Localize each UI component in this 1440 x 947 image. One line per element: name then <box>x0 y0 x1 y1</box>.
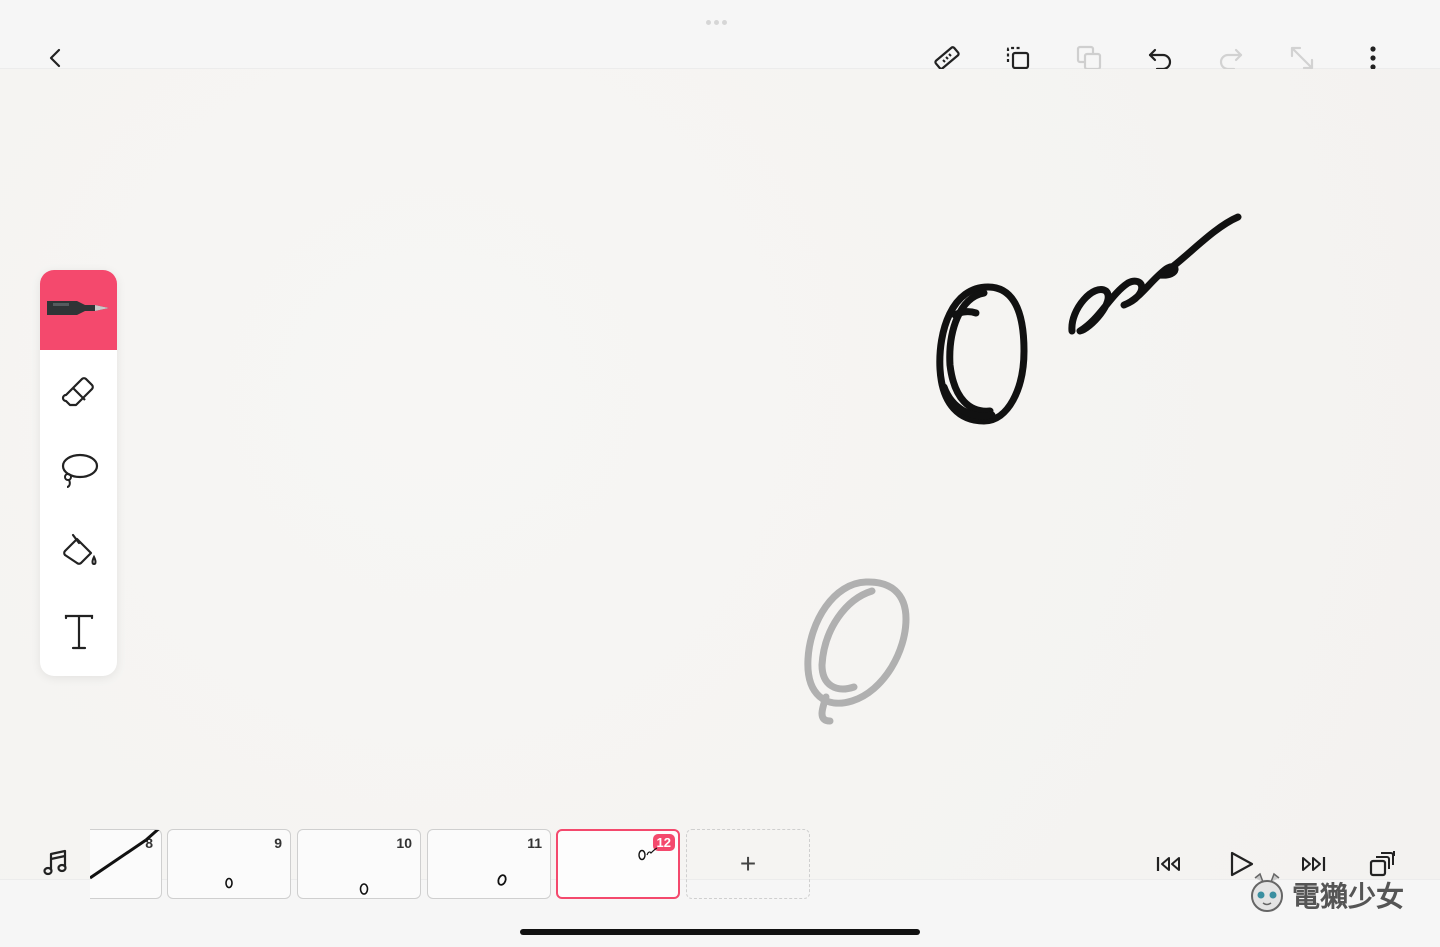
window-grabber[interactable] <box>706 12 736 25</box>
mascot-logo <box>1248 872 1286 919</box>
lasso-icon <box>59 451 99 494</box>
current-frame-drawing <box>936 213 1242 425</box>
frame-thumbnail[interactable]: 11 <box>427 829 551 899</box>
frame-preview <box>90 830 160 880</box>
canvas-strokes <box>804 213 1242 725</box>
top-toolbar <box>0 0 1440 70</box>
lasso-tool[interactable] <box>40 432 117 512</box>
add-label: + <box>739 848 757 879</box>
music-note-icon <box>41 848 71 883</box>
frame-preview <box>638 847 658 861</box>
home-indicator <box>520 929 920 935</box>
watermark: 電獺少女 <box>1248 872 1404 918</box>
frame-preview <box>359 883 369 895</box>
frame-preview <box>225 877 233 889</box>
frame-thumbnail-current[interactable]: 12 <box>556 829 680 899</box>
eraser-tool[interactable] <box>40 352 117 432</box>
skip-to-start-button[interactable] <box>1150 846 1190 886</box>
frame-thumbnail[interactable]: 10 <box>297 829 421 899</box>
tool-palette <box>40 270 117 676</box>
audio-button[interactable] <box>36 845 76 885</box>
text-tool[interactable] <box>40 594 117 674</box>
frame-preview <box>497 874 507 886</box>
frame-thumbnail[interactable]: 9 <box>167 829 291 899</box>
pen-tool[interactable] <box>40 270 117 350</box>
pen-icon <box>46 293 111 328</box>
fill-tool[interactable] <box>40 512 117 592</box>
add-frame-button[interactable]: + <box>686 829 810 899</box>
eraser-icon <box>60 371 98 414</box>
fill-bucket-icon <box>59 531 99 574</box>
onion-skin-drawing <box>804 578 910 725</box>
watermark-text: 電獺少女 <box>1292 880 1405 913</box>
drawing-canvas[interactable] <box>0 69 1440 879</box>
text-icon <box>62 612 96 657</box>
frame-thumbnail[interactable]: 8 <box>90 829 162 899</box>
skip-to-start-icon <box>1155 854 1185 879</box>
